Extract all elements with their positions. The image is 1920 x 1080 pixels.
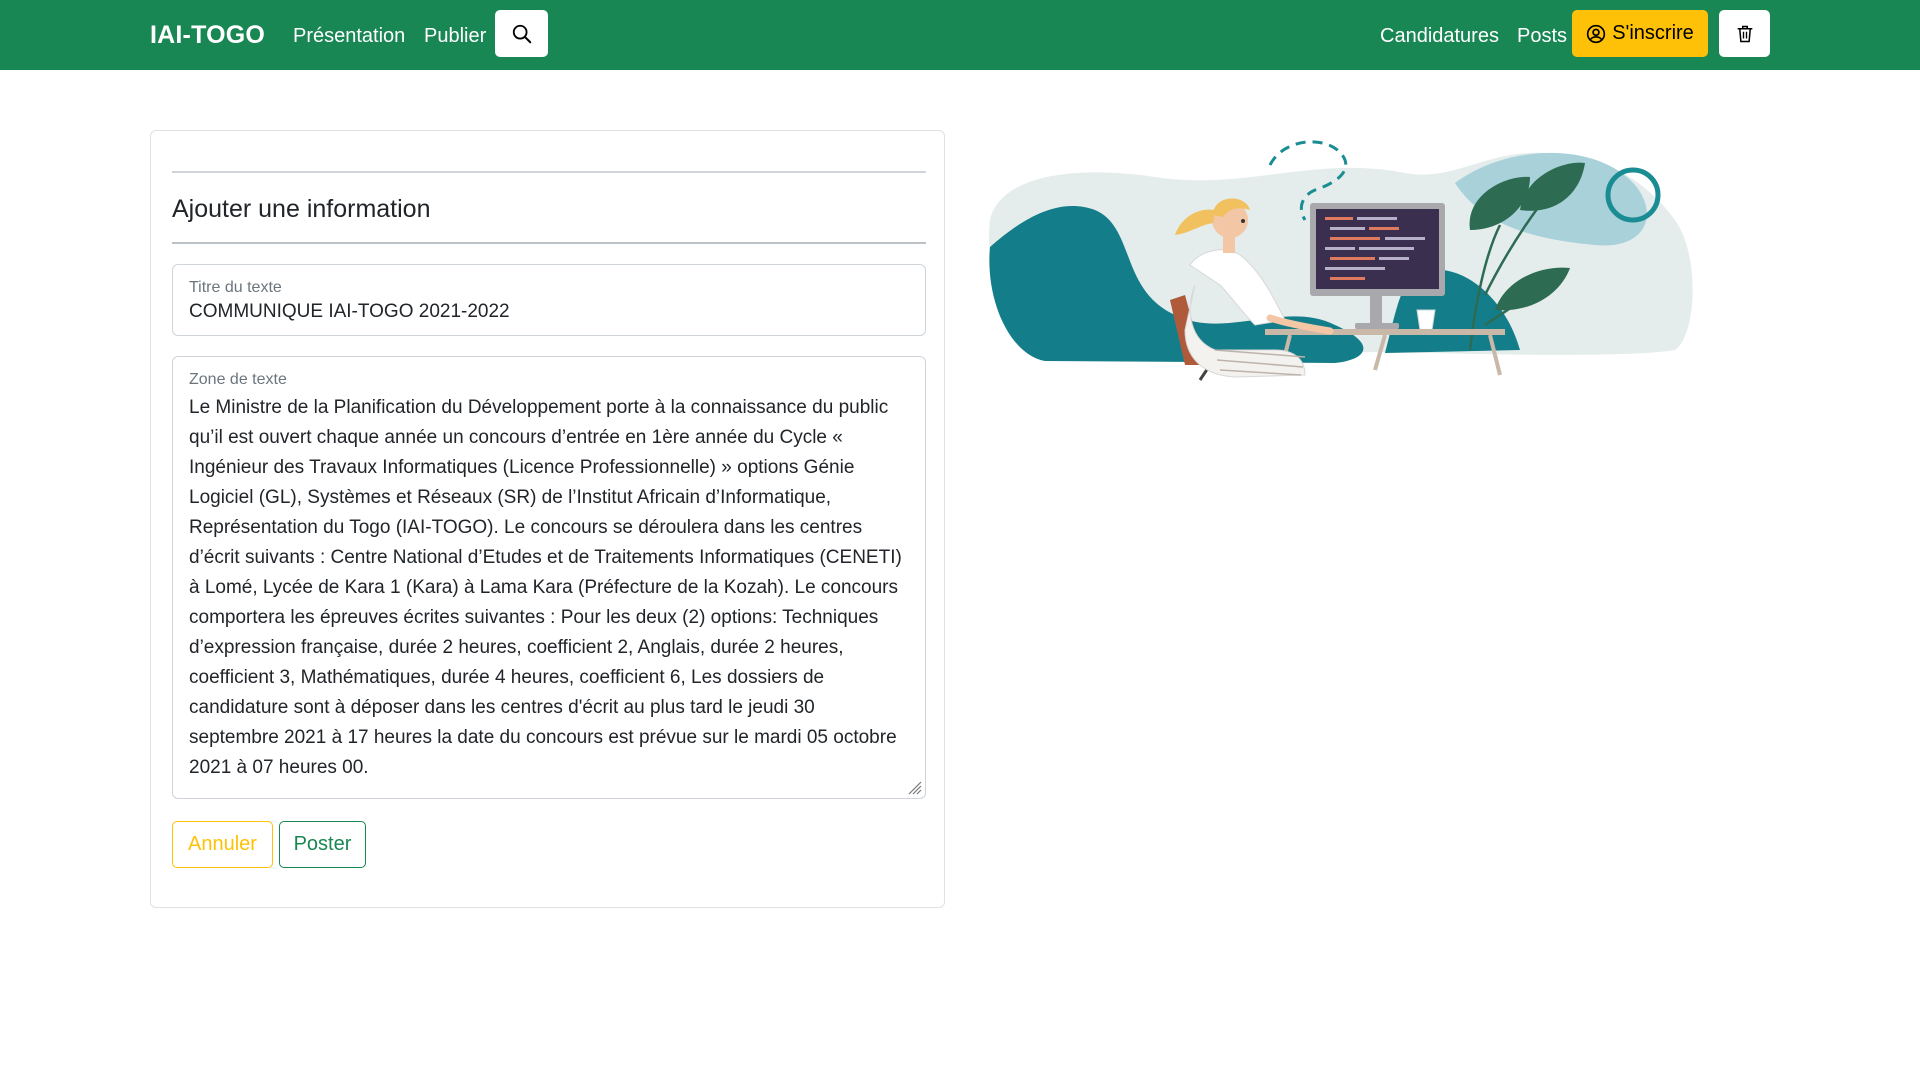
monitor-base [1355,323,1399,329]
post-button[interactable]: Poster [279,821,366,868]
title-input-label: Titre du texte [189,279,282,296]
search-button[interactable] [495,10,548,57]
cancel-button[interactable]: Annuler [172,821,273,868]
brand-link[interactable]: IAI-TOGO [150,21,265,50]
nav-link-candidatures[interactable]: Candidatures [1380,25,1499,48]
text-area-label: Zone de texte [189,371,287,388]
title-input[interactable]: Titre du texte COMMUNIQUE IAI-TOGO 2021-… [172,264,926,336]
nav-link-presentation[interactable]: Présentation [293,25,405,48]
divider-bottom [172,242,926,244]
form-heading: Ajouter une information [172,195,431,223]
search-icon [512,24,531,43]
nav-link-publier[interactable]: Publier [424,25,486,48]
delete-button[interactable] [1719,10,1770,57]
resize-grip-icon[interactable] [906,779,922,795]
signup-label: S'inscrire [1612,22,1694,44]
cup [1416,309,1436,331]
post-form-card: Ajouter une information Titre du texte C… [150,130,945,908]
trash-icon [1737,25,1752,42]
user-circle-icon [1587,24,1606,43]
text-area-value[interactable]: Le Ministre de la Planification du Dével… [189,393,909,783]
developer-illustration [989,140,1693,381]
nav-link-posts[interactable]: Posts [1517,25,1567,48]
text-area[interactable]: Zone de texte Le Ministre de la Planific… [172,356,926,799]
title-input-value[interactable]: COMMUNIQUE IAI-TOGO 2021-2022 [189,301,510,323]
signup-button[interactable]: S'inscrire [1572,10,1708,57]
desk-top [1265,329,1505,335]
divider-top [172,171,926,173]
navbar: IAI-TOGO Présentation Publier Candidatur… [0,0,1920,70]
monitor-stand [1370,296,1382,326]
